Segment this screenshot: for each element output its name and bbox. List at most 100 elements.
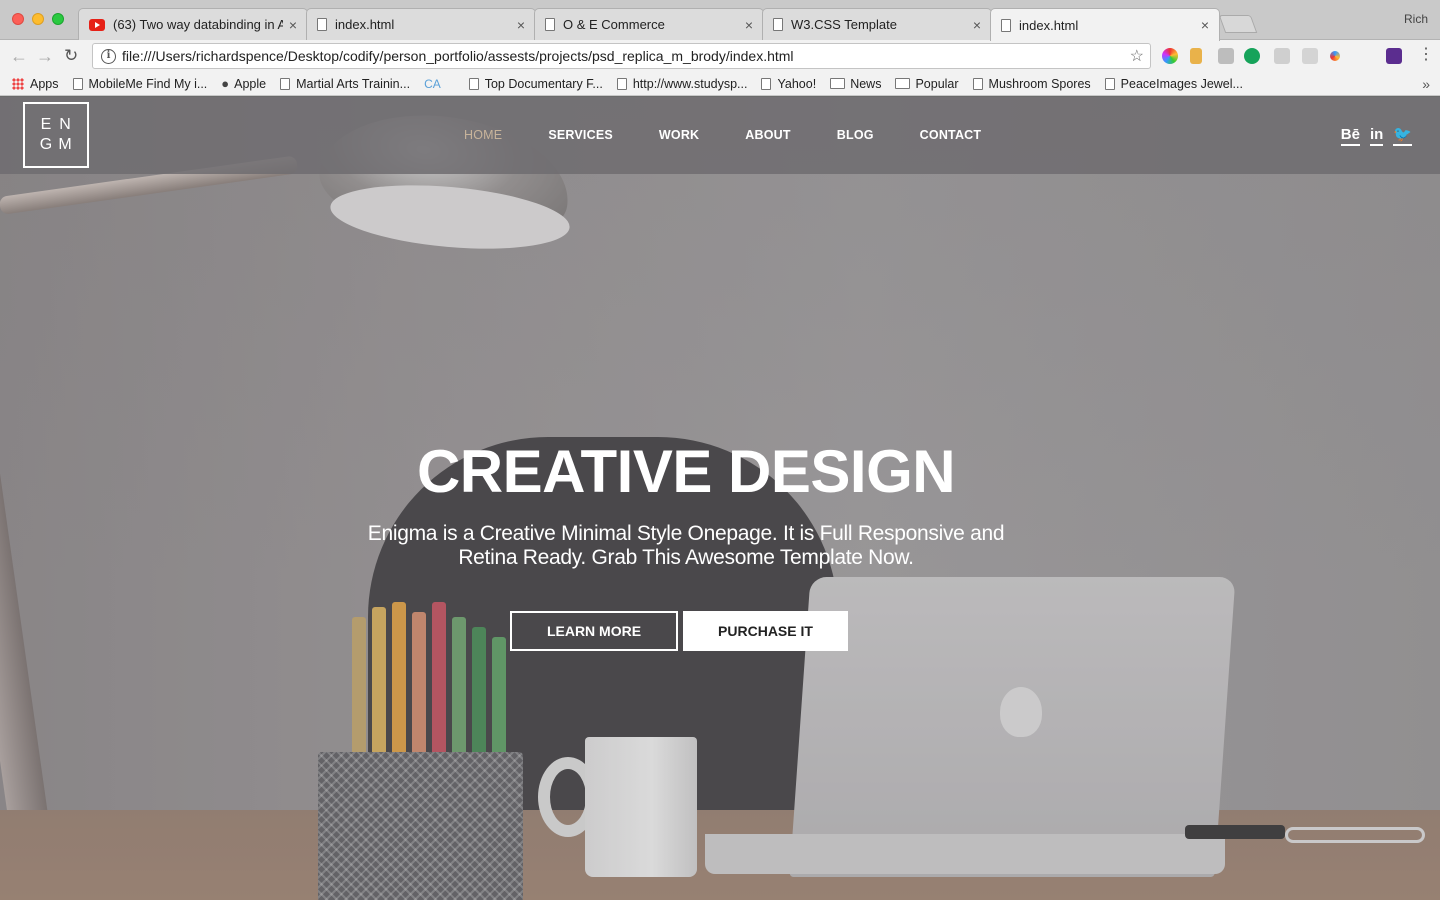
nav-contact[interactable]: CONTACT	[920, 128, 982, 142]
bookmark-item[interactable]: Mushroom Spores	[972, 76, 1091, 91]
logo-letter: E	[40, 116, 53, 133]
document-icon	[1104, 77, 1115, 90]
behance-icon[interactable]: Bē	[1340, 126, 1360, 146]
bookmark-ca[interactable]: CA	[424, 77, 455, 91]
nav-work[interactable]: WORK	[659, 128, 699, 142]
tab-strip: (63) Two way databinding in A × index.ht…	[0, 0, 1440, 41]
bookmark-item[interactable]: http://www.studysp...	[616, 76, 748, 91]
close-tab-icon[interactable]: ×	[973, 17, 981, 33]
bookmark-folder[interactable]: Popular	[895, 77, 959, 91]
site-logo[interactable]: E N G M	[23, 102, 89, 168]
bookmark-label: http://www.studysp...	[632, 76, 748, 91]
folder-icon	[830, 78, 846, 89]
zoom-window-button[interactable]	[52, 13, 64, 25]
twitter-icon[interactable]: 🐦	[1393, 126, 1412, 146]
hero-subtitle-line-2: Retina Ready. Grab This Awesome Template…	[458, 546, 914, 569]
close-tab-icon[interactable]: ×	[517, 17, 525, 33]
window-extension-icon[interactable]	[1274, 48, 1290, 64]
bookmark-label: Martial Arts Trainin...	[296, 76, 411, 91]
address-bar[interactable]: i file:///Users/richardspence/Desktop/co…	[92, 43, 1151, 69]
close-window-button[interactable]	[12, 13, 24, 25]
document-icon	[761, 77, 772, 90]
bookmark-label: Apple	[234, 76, 267, 91]
close-tab-icon[interactable]: ×	[745, 17, 753, 33]
folder-icon	[895, 78, 911, 89]
logo-letter: M	[58, 136, 73, 153]
image-extension-icon[interactable]	[1218, 48, 1234, 64]
close-tab-icon[interactable]: ×	[1201, 17, 1209, 33]
tab-1[interactable]: (63) Two way databinding in A ×	[78, 8, 308, 40]
web-page: E N G M HOME SERVICES WORK ABOUT BLOG CO…	[0, 97, 1440, 900]
tab-2[interactable]: index.html ×	[306, 8, 536, 40]
back-arrow-icon[interactable]: ←	[10, 46, 28, 66]
bookmark-label: News	[850, 76, 882, 91]
bookmark-label: Apps	[30, 76, 59, 91]
close-tab-icon[interactable]: ×	[289, 17, 297, 33]
apps-icon	[12, 77, 24, 90]
bookmark-star-icon[interactable]: ☆	[1130, 46, 1144, 66]
tab-label: index.html	[335, 17, 395, 32]
nav-services[interactable]: SERVICES	[548, 128, 613, 142]
tab-3[interactable]: O & E Commerce ×	[534, 8, 764, 40]
document-icon	[468, 77, 479, 90]
bookmark-apple[interactable]: ● Apple	[221, 76, 266, 91]
bookmark-item[interactable]: Martial Arts Trainin...	[280, 77, 410, 91]
document-icon	[72, 77, 83, 90]
bookmarks-overflow-icon[interactable]: »	[1422, 76, 1430, 92]
new-tab-button[interactable]	[1218, 15, 1258, 33]
bookmarks-bar: Apps MobileMe Find My i... ● Apple Martia…	[0, 72, 1440, 96]
youtube-icon	[89, 18, 105, 31]
document-icon	[1001, 18, 1011, 32]
document-icon	[280, 77, 291, 90]
nav-blog[interactable]: BLOG	[837, 128, 874, 142]
bookmark-folder[interactable]: News	[830, 77, 881, 91]
social-links: Bē in 🐦	[1340, 126, 1412, 146]
bookmark-label: MobileMe Find My i...	[88, 76, 208, 91]
minimize-window-button[interactable]	[32, 13, 44, 25]
bookmark-apps[interactable]: Apps	[12, 77, 59, 91]
browser-toolbar: ← → ↻ i file:///Users/richardspence/Desk…	[0, 40, 1440, 72]
bookmark-label: Top Documentary F...	[484, 76, 603, 91]
hero-subtitle: Enigma is a Creative Minimal Style Onepa…	[340, 522, 1032, 570]
bookmark-item[interactable]: MobileMe Find My i...	[72, 76, 208, 91]
bookmark-item[interactable]: Top Documentary F...	[468, 76, 603, 91]
tab-label: W3.CSS Template	[791, 17, 897, 32]
document-icon	[616, 77, 627, 90]
bookmark-label: PeaceImages Jewel...	[1120, 76, 1243, 91]
profile-name[interactable]: Rich	[1404, 12, 1428, 26]
grammarly-extension-icon[interactable]	[1244, 48, 1260, 64]
url-text[interactable]: file:///Users/richardspence/Desktop/codi…	[122, 48, 1130, 64]
bookmark-label: Mushroom Spores	[988, 76, 1091, 91]
chrome-extension-icon[interactable]	[1330, 51, 1340, 61]
document-icon	[545, 18, 555, 31]
forward-arrow-icon[interactable]: →	[36, 46, 54, 66]
tab-4[interactable]: W3.CSS Template ×	[762, 8, 992, 40]
tab-label: O & E Commerce	[563, 17, 665, 32]
info-icon[interactable]: i	[101, 48, 116, 64]
bookmark-item[interactable]: Yahoo!	[761, 77, 816, 91]
reload-icon[interactable]: ↻	[64, 46, 78, 66]
document-icon	[317, 18, 327, 31]
main-nav: HOME SERVICES WORK ABOUT BLOG CONTACT	[464, 128, 1027, 142]
tab-5-active[interactable]: index.html ×	[990, 8, 1220, 41]
nav-about[interactable]: ABOUT	[745, 128, 790, 142]
learn-more-button[interactable]: LEARN MORE	[510, 611, 678, 651]
tab-label: index.html	[1019, 17, 1079, 33]
tab-label: (63) Two way databinding in A	[113, 17, 283, 32]
tag-extension-icon[interactable]	[1190, 48, 1202, 64]
bookmark-item[interactable]: PeaceImages Jewel...	[1104, 76, 1243, 91]
nav-home[interactable]: HOME	[464, 128, 502, 142]
purchase-button[interactable]: PURCHASE IT	[683, 611, 848, 651]
color-picker-extension-icon[interactable]	[1162, 48, 1178, 64]
dropbox-extension-icon[interactable]	[1302, 48, 1318, 64]
document-icon	[972, 77, 983, 90]
document-icon	[773, 18, 783, 31]
bookmark-label: CA	[424, 76, 441, 91]
logo-letter: G	[39, 136, 54, 153]
linkedin-icon[interactable]: in	[1369, 126, 1384, 146]
browser-menu-icon[interactable]: ⋮	[1418, 46, 1434, 64]
wappalyzer-extension-icon[interactable]	[1386, 48, 1402, 64]
logo-letter: N	[59, 116, 72, 133]
hero-title: CREATIVE DESIGN	[416, 438, 956, 505]
apple-icon: ●	[221, 76, 230, 91]
